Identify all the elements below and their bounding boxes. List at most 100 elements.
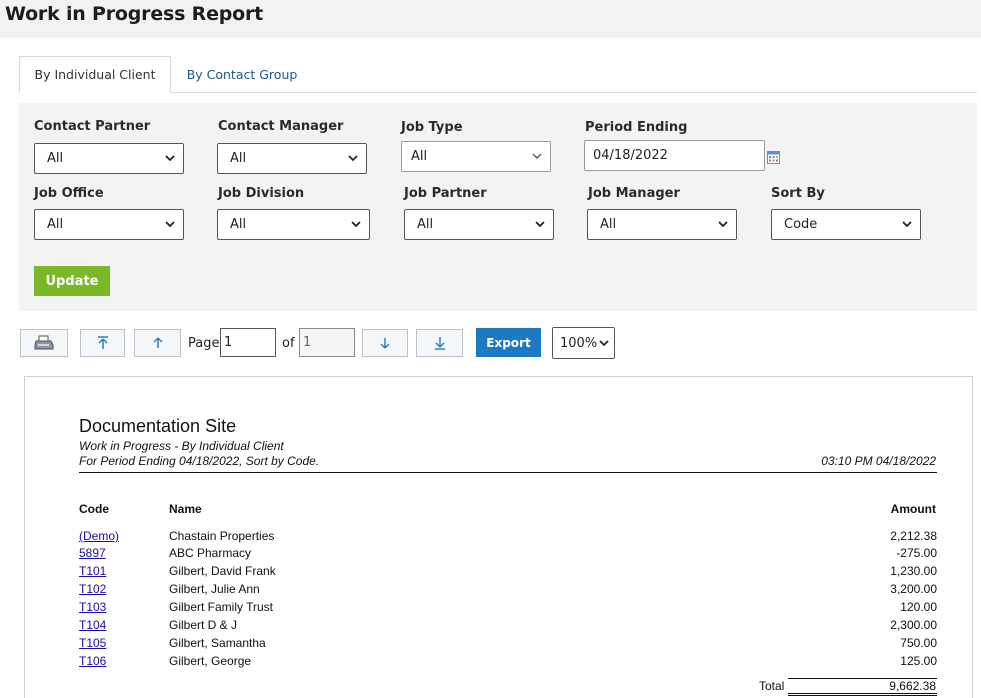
job-division-value: All <box>230 217 247 232</box>
zoom-value: 100% <box>560 335 598 351</box>
report-site-name: Documentation Site <box>79 416 237 436</box>
job-partner-label: Job Partner <box>404 186 487 201</box>
client-name: Gilbert, Julie Ann <box>169 582 260 596</box>
table-row: T102 Gilbert, Julie Ann 3,200.00 <box>79 582 937 600</box>
table-row: T104 Gilbert D & J 2,300.00 <box>79 618 937 636</box>
previous-page-icon <box>152 337 163 348</box>
client-code-link[interactable]: T101 <box>79 564 106 578</box>
print-button[interactable] <box>20 329 68 357</box>
table-row: T103 Gilbert Family Trust 120.00 <box>79 600 937 618</box>
page-title: Work in Progress Report <box>5 3 264 25</box>
table-row: T106 Gilbert, George 125.00 <box>79 654 937 672</box>
job-office-label: Job Office <box>34 186 104 201</box>
chevron-down-icon <box>599 340 609 347</box>
page-label: Page <box>188 336 220 351</box>
client-name: ABC Pharmacy <box>169 546 252 560</box>
client-name: Gilbert, Samantha <box>169 636 266 650</box>
job-partner-select[interactable]: All <box>404 209 554 240</box>
job-office-select[interactable]: All <box>34 209 184 240</box>
calendar-icon[interactable] <box>767 151 780 164</box>
job-manager-select[interactable]: All <box>587 209 737 240</box>
client-name: Gilbert Family Trust <box>169 600 274 614</box>
report-timestamp: 03:10 PM 04/18/2022 <box>821 454 936 468</box>
contact-manager-label: Contact Manager <box>218 119 344 134</box>
client-code-link[interactable]: T105 <box>79 636 106 650</box>
contact-manager-value: All <box>230 151 247 166</box>
client-amount: 125.00 <box>900 654 937 668</box>
zoom-select[interactable]: 100% <box>552 327 615 359</box>
first-page-icon <box>97 336 108 349</box>
client-amount: 120.00 <box>900 600 937 614</box>
client-code-link[interactable]: T104 <box>79 618 106 632</box>
client-amount: 2,300.00 <box>890 618 937 632</box>
update-button[interactable]: Update <box>34 266 110 296</box>
sort-by-value: Code <box>784 217 818 232</box>
job-type-value: All <box>411 149 428 164</box>
table-row: (Demo) Chastain Properties 2,212.38 <box>79 529 937 547</box>
client-code-link[interactable]: 5897 <box>79 546 106 560</box>
contact-partner-label: Contact Partner <box>34 119 151 134</box>
sort-by-label: Sort By <box>771 186 825 201</box>
contact-partner-select[interactable]: All <box>34 143 184 174</box>
job-type-label: Job Type <box>401 120 463 135</box>
column-header-code: Code <box>79 502 109 516</box>
report-subtitle: Work in Progress - By Individual Client <box>79 439 284 453</box>
table-row: T101 Gilbert, David Frank 1,230.00 <box>79 564 937 582</box>
client-amount: 750.00 <box>900 636 937 650</box>
chevron-down-icon <box>165 221 175 228</box>
chevron-down-icon <box>532 153 542 159</box>
total-label: Total <box>759 679 785 693</box>
printer-icon <box>34 335 54 350</box>
job-division-select[interactable]: All <box>217 209 370 240</box>
client-name: Gilbert D & J <box>169 618 238 632</box>
filters-panel <box>19 103 977 311</box>
tab-by-contact-group[interactable]: By Contact Group <box>172 56 312 93</box>
job-manager-value: All <box>600 217 617 232</box>
total-pages-input: 1 <box>299 328 355 357</box>
chevron-down-icon <box>351 221 361 228</box>
client-name: Gilbert, George <box>169 654 252 668</box>
chevron-down-icon <box>348 155 358 162</box>
chevron-down-icon <box>535 221 545 228</box>
client-amount: -275.00 <box>896 546 937 560</box>
client-code-link[interactable]: T106 <box>79 654 106 668</box>
job-division-label: Job Division <box>218 186 305 201</box>
chevron-down-icon <box>718 221 728 228</box>
report-period-line: For Period Ending 04/18/2022, Sort by Co… <box>79 454 320 468</box>
client-amount: 1,230.00 <box>890 564 937 578</box>
report-header-rule <box>79 472 937 473</box>
period-ending-input[interactable]: 04/18/2022 <box>584 140 765 171</box>
contact-partner-value: All <box>47 151 64 166</box>
sort-by-select[interactable]: Code <box>771 209 921 240</box>
tab-by-individual-client[interactable]: By Individual Client <box>19 56 171 93</box>
chevron-down-icon <box>165 155 175 162</box>
previous-page-button[interactable] <box>134 329 181 357</box>
first-page-button[interactable] <box>80 329 125 357</box>
client-name: Chastain Properties <box>169 529 275 543</box>
last-page-button[interactable] <box>416 329 463 357</box>
table-row: 5897 ABC Pharmacy -275.00 <box>79 546 937 564</box>
contact-manager-select[interactable]: All <box>217 143 367 174</box>
client-name: Gilbert, David Frank <box>169 564 276 578</box>
total-double-rule <box>788 693 937 696</box>
total-amount: 9,662.38 <box>889 679 936 693</box>
chevron-down-icon <box>902 221 912 228</box>
column-header-amount: Amount <box>890 502 936 516</box>
client-code-link[interactable]: (Demo) <box>79 529 119 543</box>
column-header-name: Name <box>169 502 202 516</box>
export-button[interactable]: Export <box>476 328 541 357</box>
client-amount: 2,212.38 <box>890 529 937 543</box>
last-page-icon <box>434 337 445 350</box>
client-amount: 3,200.00 <box>890 582 937 596</box>
job-office-value: All <box>47 217 64 232</box>
page-number-input[interactable]: 1 <box>220 328 276 357</box>
job-partner-value: All <box>417 217 434 232</box>
job-manager-label: Job Manager <box>588 186 680 201</box>
next-page-button[interactable] <box>362 329 408 357</box>
period-ending-label: Period Ending <box>585 120 688 135</box>
of-label: of <box>282 336 295 351</box>
client-code-link[interactable]: T102 <box>79 582 106 596</box>
job-type-select[interactable]: All <box>401 141 551 172</box>
table-row: T105 Gilbert, Samantha 750.00 <box>79 636 937 654</box>
client-code-link[interactable]: T103 <box>79 600 106 614</box>
